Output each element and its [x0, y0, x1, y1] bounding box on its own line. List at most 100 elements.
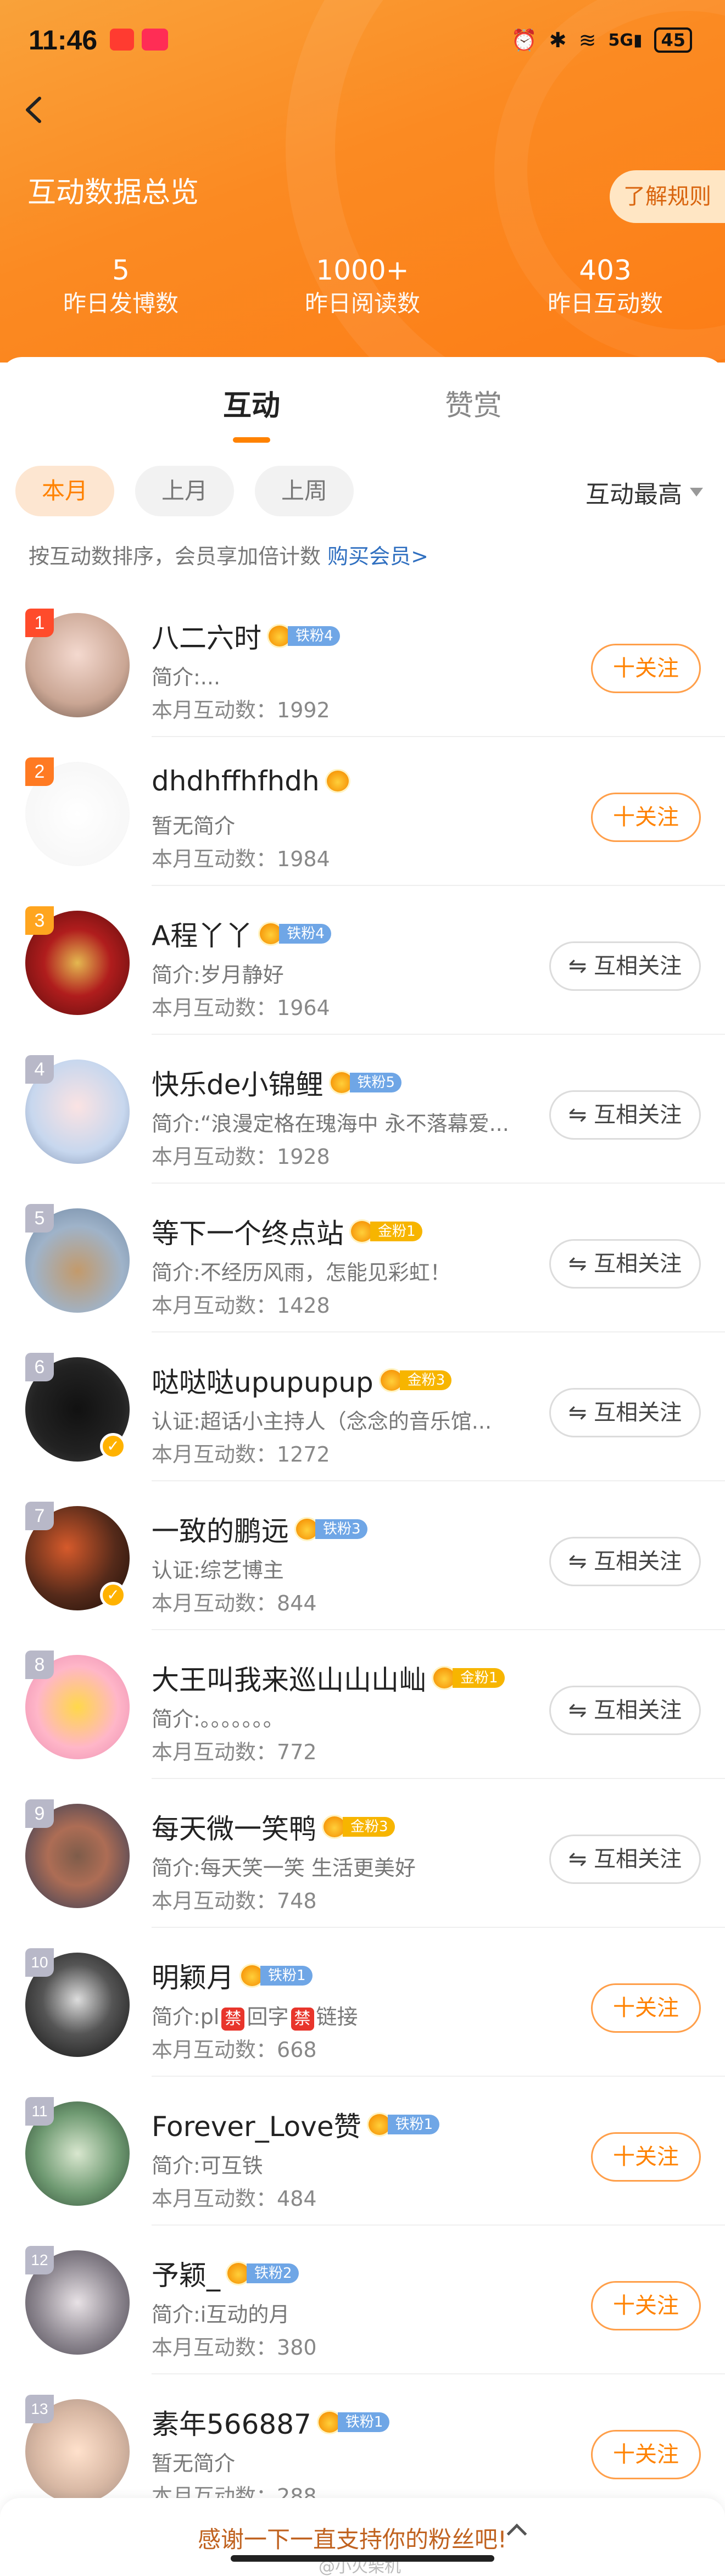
- banned-word-tag: 禁: [291, 2008, 314, 2031]
- rank-badge: 2: [25, 757, 54, 786]
- fan-level: 铁粉3: [315, 1519, 367, 1539]
- follow-button[interactable]: 十关注: [591, 644, 701, 693]
- name-line: 八二六时 铁粉4: [152, 616, 340, 656]
- buy-membership-link[interactable]: 购买会员>: [327, 544, 428, 568]
- interaction-count: 本月互动数：1928: [152, 1140, 330, 1170]
- fan-level: 铁粉1: [387, 2115, 440, 2134]
- interaction-count: 本月互动数：380: [152, 2330, 317, 2361]
- back-button[interactable]: [15, 91, 54, 129]
- count-value: 1428: [277, 1293, 330, 1318]
- filter-this-month[interactable]: 本月: [15, 466, 114, 516]
- fan-row[interactable]: 6 ✓ 哒哒哒upupupup 金粉3 认证:超话小主持人（念念的音乐馆... …: [0, 1333, 725, 1481]
- user-name[interactable]: 哒哒哒upupupup: [152, 1361, 373, 1400]
- mutual-follow-button[interactable]: ⇋ 互相关注: [549, 1090, 701, 1140]
- user-name[interactable]: 快乐de小锦鲤: [152, 1063, 324, 1102]
- intro-text: 简介:pl: [152, 2005, 220, 2029]
- name-line: 快乐de小锦鲤 铁粉5: [152, 1063, 402, 1102]
- user-intro: 简介:“浪漫定格在瑰海中 永不落幕爱...: [152, 1112, 509, 1136]
- row-divider: [152, 1034, 725, 1035]
- rank-badge: 8: [25, 1651, 54, 1679]
- mutual-follow-button[interactable]: ⇋ 互相关注: [549, 1537, 701, 1586]
- user-name[interactable]: 大王叫我来巡山山山屾: [152, 1658, 426, 1698]
- user-name[interactable]: 一致的鹏远: [152, 1509, 289, 1549]
- count-value: 1272: [277, 1442, 330, 1467]
- fan-row[interactable]: 3 A程丫丫 铁粉4 简介:岁月静好 本月互动数：1964 ⇋ 互相关注: [0, 886, 725, 1035]
- interaction-count: 本月互动数：1964: [152, 991, 330, 1021]
- fan-badge: 金粉1: [432, 1666, 505, 1690]
- user-name[interactable]: dhdhffhfhdh: [152, 765, 320, 797]
- row-divider: [152, 1778, 725, 1779]
- bottom-bar[interactable]: 感谢一下一直支持你的粉丝吧! @小火柴机: [0, 2498, 725, 2576]
- follow-button[interactable]: 十关注: [591, 1983, 701, 2033]
- tab-appreciation[interactable]: 赞赏: [445, 382, 502, 423]
- learn-rules-button[interactable]: 了解规则: [610, 170, 725, 223]
- mutual-follow-button[interactable]: ⇋ 互相关注: [549, 1239, 701, 1289]
- fan-row[interactable]: 4 快乐de小锦鲤 铁粉5 简介:“浪漫定格在瑰海中 永不落幕爱... 本月互动…: [0, 1035, 725, 1184]
- stat-label: 昨日发博数: [63, 290, 179, 317]
- name-line: 大王叫我来巡山山山屾 金粉1: [152, 1658, 505, 1698]
- user-name[interactable]: 明颖月: [152, 1956, 234, 1995]
- user-name[interactable]: 予颖_: [152, 2254, 220, 2293]
- interaction-count: 本月互动数：668: [152, 2033, 317, 2063]
- filter-last-month[interactable]: 上月: [135, 466, 234, 516]
- battery-indicator: 45: [654, 27, 692, 53]
- count-prefix: 本月互动数：: [152, 1442, 277, 1467]
- count-prefix: 本月互动数：: [152, 1145, 277, 1169]
- mutual-follow-button[interactable]: ⇋ 互相关注: [549, 1388, 701, 1437]
- fan-row[interactable]: 1 八二六时 铁粉4 简介:... 本月互动数：1992 十关注: [0, 589, 725, 737]
- mutual-follow-button[interactable]: ⇋ 互相关注: [549, 1835, 701, 1884]
- user-intro: 暂无简介: [152, 814, 236, 838]
- fan-level: 铁粉4: [279, 924, 331, 944]
- user-name[interactable]: A程丫丫: [152, 914, 253, 954]
- fan-row[interactable]: 9 每天微一笑鸭 金粉3 简介:每天笑一笑 生活更美好 本月互动数：748 ⇋ …: [0, 1780, 725, 1928]
- fan-row[interactable]: 2 dhdhffhfhdh 暂无简介 本月互动数：1984 十关注: [0, 738, 725, 886]
- wifi-icon: ≋: [578, 28, 596, 52]
- follow-button[interactable]: 十关注: [591, 793, 701, 842]
- user-name[interactable]: 等下一个终点站: [152, 1212, 344, 1251]
- user-name[interactable]: Forever_Love赞: [152, 2105, 361, 2144]
- stat-value: 403: [579, 254, 632, 286]
- user-name[interactable]: 八二六时: [152, 616, 261, 656]
- fan-row[interactable]: 11 Forever_Love赞 铁粉1 简介:可互铁 本月互动数：484 十关…: [0, 2077, 725, 2226]
- weibo-notification-icon: [110, 29, 134, 51]
- row-divider: [152, 1629, 725, 1630]
- signal-icon: 5G▮: [608, 30, 643, 50]
- count-prefix: 本月互动数：: [152, 2187, 277, 2211]
- fan-row[interactable]: 12 予颖_ 铁粉2 简介:i互动的月 本月互动数：380 十关注: [0, 2226, 725, 2374]
- count-value: 748: [277, 1889, 317, 1913]
- user-intro: 简介:...: [152, 665, 221, 689]
- status-icons: ⏰ ✱ ≋ 5G▮ 45: [511, 27, 692, 53]
- follow-button[interactable]: 十关注: [591, 2430, 701, 2479]
- follow-button[interactable]: 十关注: [591, 2281, 701, 2330]
- user-name[interactable]: 素年566887: [152, 2402, 311, 2442]
- fan-row[interactable]: 10 明颖月 铁粉1 简介:pl 禁回字禁链接 本月互动数：668 十关注: [0, 1928, 725, 2077]
- sort-label: 互动最高: [585, 481, 682, 509]
- row-divider: [152, 736, 725, 737]
- count-value: 1928: [277, 1145, 330, 1169]
- row-divider: [152, 2076, 725, 2077]
- interaction-count: 本月互动数：772: [152, 1735, 317, 1765]
- rank-badge: 9: [25, 1799, 54, 1828]
- interaction-count: 本月互动数：484: [152, 2182, 317, 2212]
- user-intro: 简介:可互铁: [152, 2154, 263, 2178]
- fan-badge: 铁粉1: [239, 1964, 313, 1988]
- follow-button[interactable]: 十关注: [591, 2132, 701, 2182]
- fan-row[interactable]: 5 等下一个终点站 金粉1 简介:不经历风雨，怎能见彩虹！ 本月互动数：1428…: [0, 1184, 725, 1332]
- sort-note-text: 按互动数排序，会员享加倍计数: [29, 544, 328, 568]
- user-intro: 简介:岁月静好: [152, 963, 284, 987]
- interaction-count: 本月互动数：1992: [152, 693, 330, 723]
- mutual-follow-button[interactable]: ⇋ 互相关注: [549, 941, 701, 991]
- row-divider: [152, 885, 725, 886]
- fan-row[interactable]: 7 ✓ 一致的鹏远 铁粉3 认证:综艺博主 本月互动数：844 ⇋ 互相关注: [0, 1482, 725, 1630]
- count-prefix: 本月互动数：: [152, 1889, 277, 1913]
- tab-interaction[interactable]: 互动: [223, 382, 280, 423]
- mutual-follow-button[interactable]: ⇋ 互相关注: [549, 1686, 701, 1735]
- chevron-left-icon: [26, 97, 41, 123]
- filter-last-week[interactable]: 上周: [255, 466, 354, 516]
- sort-dropdown[interactable]: 互动最高: [585, 475, 703, 510]
- thank-fans-prompt: 感谢一下一直支持你的粉丝吧!: [198, 2526, 507, 2553]
- home-indicator[interactable]: [231, 2555, 494, 2562]
- user-name[interactable]: 每天微一笑鸭: [152, 1807, 316, 1847]
- intro-text: 回字: [247, 2005, 289, 2029]
- fan-row[interactable]: 8 大王叫我来巡山山山屾 金粉1 简介:。。。。。。。 本月互动数：772 ⇋ …: [0, 1631, 725, 1779]
